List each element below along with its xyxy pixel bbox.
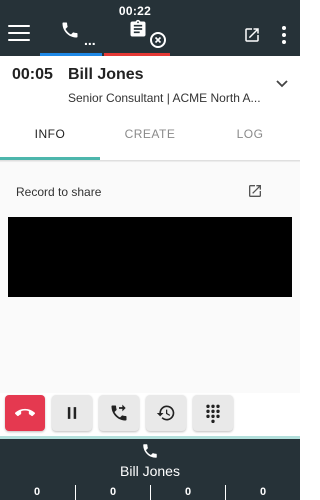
contact-name: Bill Jones <box>68 66 144 83</box>
close-interaction-button[interactable] <box>150 32 166 48</box>
hold-button[interactable] <box>52 395 92 431</box>
phone-icon <box>62 22 78 38</box>
counter-3: 0 <box>150 485 225 500</box>
dialpad-button[interactable] <box>193 395 233 431</box>
dialpad-icon <box>206 404 220 423</box>
queue-counters: 0 0 0 0 <box>0 485 300 500</box>
record-popout-button[interactable] <box>247 183 265 201</box>
tab-info[interactable]: INFO <box>0 110 100 160</box>
tab-create[interactable]: CREATE <box>100 110 200 160</box>
end-call-icon <box>15 408 35 417</box>
history-icon <box>156 405 175 421</box>
task-interaction-tab[interactable] <box>104 18 170 56</box>
call-duration: 00:05 <box>12 66 53 83</box>
call-history-button[interactable] <box>146 395 186 431</box>
phone-tab-overflow: ... <box>84 32 96 48</box>
phone-icon <box>143 444 157 458</box>
more-options-button[interactable] <box>280 26 288 46</box>
transfer-call-button[interactable] <box>99 395 139 431</box>
chevron-down-icon <box>276 80 288 88</box>
tab-info-label: INFO <box>34 127 66 141</box>
counter-1: 0 <box>33 486 41 498</box>
tab-log[interactable]: LOG <box>200 110 300 160</box>
tab-log-label: LOG <box>236 127 264 141</box>
popout-icon <box>249 185 261 197</box>
detail-tabs: INFO CREATE LOG <box>0 110 300 160</box>
record-to-share-label: Record to share <box>16 185 102 199</box>
phone-interaction-tab[interactable]: ... <box>40 18 102 56</box>
info-panel: Record to share <box>0 163 300 393</box>
record-preview <box>8 217 292 297</box>
contact-header: 00:05 Bill Jones Senior Consultant | ACM… <box>0 56 300 110</box>
popout-icon <box>245 28 259 42</box>
end-call-button[interactable] <box>5 395 45 431</box>
interaction-timer: 00:22 <box>118 4 152 18</box>
clipboard-icon <box>130 19 146 37</box>
transfer-call-icon <box>111 404 127 421</box>
active-contact-name: Bill Jones <box>120 463 180 479</box>
bottom-status-bar: Bill Jones 0 0 0 0 <box>0 436 300 500</box>
contact-subtitle: Senior Consultant | ACME North A... <box>68 91 261 105</box>
expand-contact-button[interactable] <box>275 76 289 88</box>
close-icon <box>154 36 162 44</box>
counter-2: 0 <box>75 485 150 500</box>
popout-window-button[interactable] <box>243 26 263 46</box>
menu-button[interactable] <box>8 25 30 45</box>
top-bar: 00:22 ... <box>0 0 300 56</box>
counter-4: 0 <box>225 485 300 500</box>
tab-create-label: CREATE <box>124 127 176 141</box>
pause-icon <box>67 407 77 419</box>
